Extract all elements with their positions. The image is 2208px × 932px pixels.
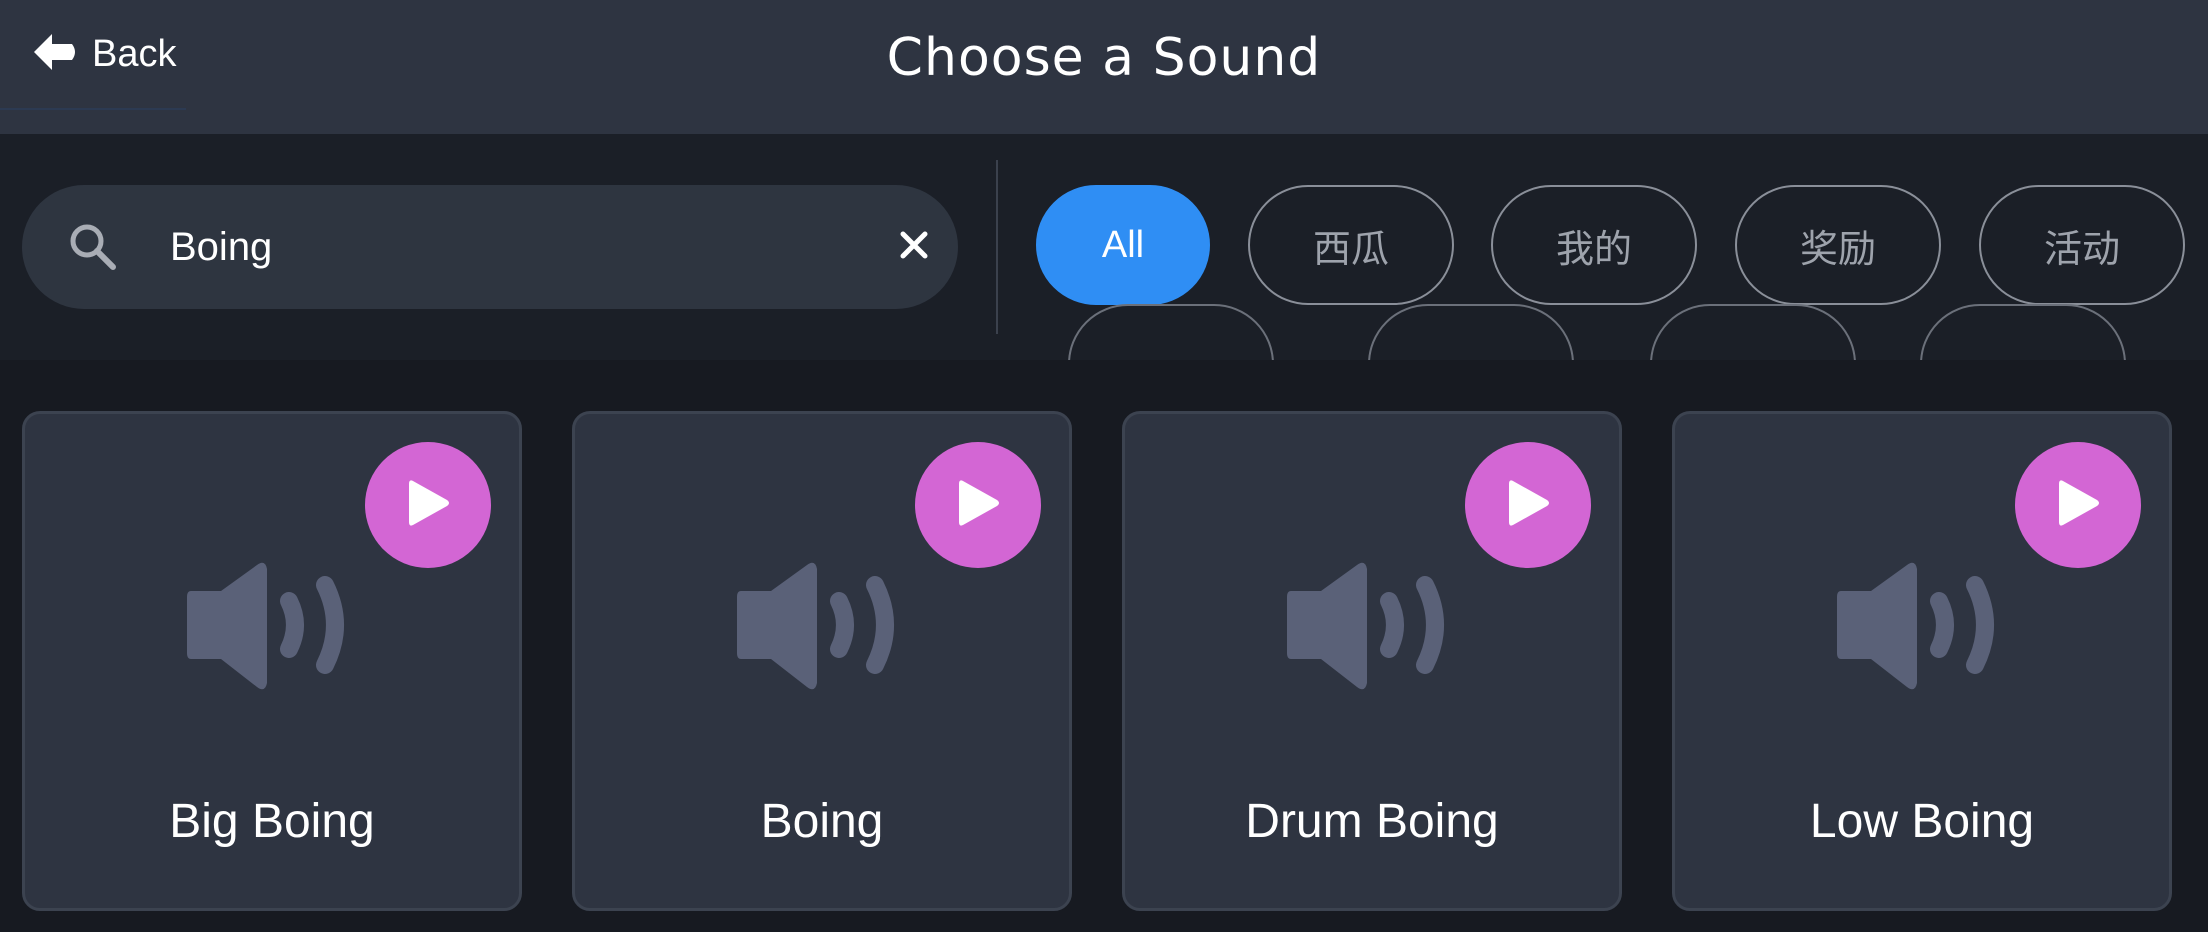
search-box[interactable]: Boing [22, 185, 958, 309]
speaker-icon [735, 561, 905, 695]
filter-chip-4[interactable]: 活动 [1979, 185, 2185, 305]
sound-name: Low Boing [1809, 795, 2035, 848]
sound-name: Boing [760, 795, 884, 848]
filter-chip-2[interactable]: 我的 [1491, 185, 1697, 305]
filter-chip-overflow[interactable] [1920, 304, 2126, 360]
sound-name: Big Boing [169, 795, 375, 848]
play-icon [2053, 475, 2103, 535]
sound-card[interactable]: Big Boing [22, 411, 522, 911]
close-icon [899, 230, 929, 264]
filter-chip-all[interactable]: All [1036, 185, 1210, 305]
sound-card[interactable]: Drum Boing [1122, 411, 1622, 911]
filter-chip-overflow[interactable] [1068, 304, 1274, 360]
filter-bar: Boing All 西瓜 我的 奖励 活动 [0, 134, 2208, 360]
filter-chip-overflow[interactable] [1650, 304, 1856, 360]
divider [996, 160, 998, 334]
filter-chip-1[interactable]: 西瓜 [1248, 185, 1454, 305]
play-icon [403, 475, 453, 535]
filter-chip-overflow[interactable] [1368, 304, 1574, 360]
sound-name: Drum Boing [1245, 795, 1499, 848]
play-button[interactable] [915, 442, 1041, 568]
play-button[interactable] [2015, 442, 2141, 568]
speaker-icon [1835, 561, 2005, 695]
clear-search-button[interactable] [892, 225, 936, 269]
play-icon [1503, 475, 1553, 535]
play-icon [953, 475, 1003, 535]
play-button[interactable] [365, 442, 491, 568]
page-title: Choose a Sound [886, 28, 1322, 88]
speaker-icon [185, 561, 355, 695]
sound-card[interactable]: Boing [572, 411, 1072, 911]
search-icon [68, 222, 118, 272]
speaker-icon [1285, 561, 1455, 695]
header-bar: Back Choose a Sound [0, 0, 2208, 134]
search-input[interactable]: Boing [170, 185, 870, 309]
filter-chip-3[interactable]: 奖励 [1735, 185, 1941, 305]
sound-card[interactable]: Low Boing [1672, 411, 2172, 911]
play-button[interactable] [1465, 442, 1591, 568]
